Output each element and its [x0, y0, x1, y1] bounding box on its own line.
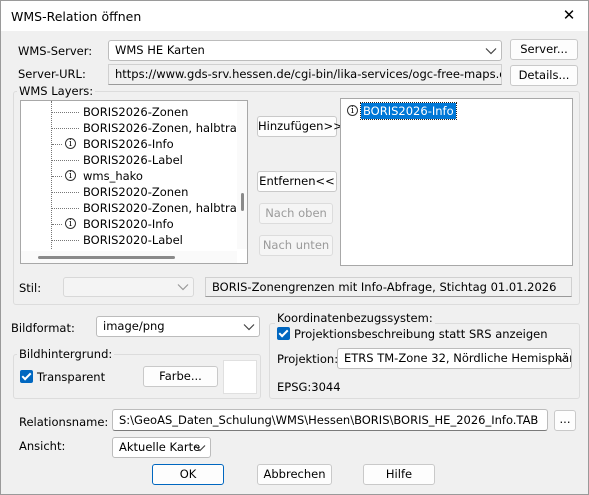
move-up-button[interactable]: Nach oben — [259, 203, 333, 224]
color-swatch — [223, 360, 257, 394]
server-value: WMS HE Karten — [115, 43, 205, 57]
color-button[interactable]: Farbe... — [143, 366, 218, 387]
tree-connector — [52, 208, 79, 209]
projection-description-checkbox[interactable] — [277, 327, 290, 340]
url-field[interactable]: https://www.gds-srv.hessen.de/cgi-bin/li… — [108, 64, 502, 85]
url-label: Server-URL: — [18, 67, 86, 81]
epsg-code: EPSG:3044 — [277, 380, 341, 394]
tree-item[interactable]: i BORIS2020-Info — [21, 216, 235, 232]
crs-group-label: Koordinatenbezugssystem: — [275, 311, 435, 325]
add-layer-button[interactable]: Hinzufügen>> — [257, 116, 343, 137]
tree-item-label: BORIS2020-Info — [83, 217, 174, 231]
chevron-down-icon — [243, 323, 255, 330]
server-select[interactable]: WMS HE Karten — [108, 40, 502, 61]
tree-item[interactable]: BORIS2026-Zonen — [21, 104, 235, 120]
tree-item-label: BORIS2026-Zonen, halbtranspa — [83, 121, 248, 135]
tree-item-label: BORIS2026-Info — [83, 137, 174, 151]
relation-name-input[interactable]: S:\GeoAS_Daten_Schulung\WMS\Hessen\BORIS… — [112, 409, 548, 431]
server-label: WMS-Server: — [18, 44, 93, 58]
tree-item-label: wms_hako — [83, 169, 143, 183]
tree-item-label: BORIS2026-Label — [83, 153, 183, 167]
format-label: Bildformat: — [11, 321, 75, 335]
tree-connector — [52, 144, 62, 145]
layer-description: BORIS-Zonengrenzen mit Info-Abfrage, Sti… — [205, 277, 572, 297]
style-label: Stil: — [19, 281, 42, 295]
projection-description-label: Projektionsbeschreibung statt SRS anzeig… — [294, 327, 548, 341]
tree-vscroll-thumb[interactable] — [241, 193, 244, 211]
tree-connector — [52, 224, 62, 225]
tree-item-label: BORIS2020-Label — [83, 233, 183, 247]
transparent-label: Transparent — [37, 370, 106, 384]
layer-tree[interactable]: BORIS2026-Zonen BORIS2026-Zonen, halbtran… — [20, 100, 248, 264]
relation-name-value: S:\GeoAS_Daten_Schulung\WMS\Hessen\BORIS… — [119, 413, 539, 427]
projection-value: ETRS TM-Zone 32, Nördliche Hemisphäre (E — [344, 351, 572, 365]
tree-hscroll-thumb[interactable] — [38, 256, 175, 259]
url-value: https://www.gds-srv.hessen.de/cgi-bin/li… — [115, 67, 501, 81]
selected-layer-label: BORIS2026-Info — [360, 102, 457, 120]
tree-connector — [52, 112, 79, 113]
details-button[interactable]: Details... — [510, 65, 578, 86]
view-select[interactable]: Aktuelle Karte — [112, 437, 211, 458]
projection-label: Projektion: — [277, 352, 339, 366]
tree-item[interactable]: BORIS2020-Label — [21, 232, 235, 248]
tree-hscrollbar[interactable] — [21, 251, 237, 263]
info-icon: i — [347, 105, 358, 116]
info-icon: i — [65, 170, 76, 181]
layers-group-label: WMS Layers: — [17, 84, 96, 98]
chevron-down-icon — [555, 355, 567, 362]
style-select[interactable] — [63, 277, 194, 297]
dialog-title: WMS-Relation öffnen — [11, 9, 142, 24]
tree-connector — [52, 192, 79, 193]
tree-item[interactable]: BORIS2020-Zonen, halbtranspa — [21, 200, 247, 216]
cancel-button[interactable]: Abbrechen — [257, 464, 332, 485]
transparent-checkbox[interactable] — [20, 370, 33, 383]
tree-connector — [52, 160, 79, 161]
projection-select[interactable]: ETRS TM-Zone 32, Nördliche Hemisphäre (E — [337, 348, 572, 369]
close-icon[interactable]: ✕ — [558, 5, 580, 25]
tree-item[interactable]: BORIS2026-Label — [21, 152, 235, 168]
tree-item-label: BORIS2020-Zonen — [83, 185, 189, 199]
info-icon: i — [65, 218, 76, 229]
chevron-down-icon — [177, 284, 189, 291]
relation-name-label: Relationsname: — [19, 415, 109, 429]
remove-layer-button[interactable]: Entfernen<< — [257, 171, 337, 192]
selected-layers-list[interactable]: i BORIS2026-Info — [340, 98, 573, 266]
dialog-window: WMS-Relation öffnen ✕ WMS-Server: WMS HE… — [0, 0, 589, 495]
server-button[interactable]: Server... — [510, 39, 578, 60]
tree-connector — [52, 176, 62, 177]
tree-connector — [52, 240, 79, 241]
info-icon: i — [65, 138, 76, 149]
tree-item[interactable]: i BORIS2026-Info — [21, 136, 235, 152]
tree-item[interactable]: i wms_hako — [21, 168, 235, 184]
tree-connector — [52, 128, 79, 129]
tree-item-label: BORIS2026-Zonen — [83, 105, 189, 119]
background-group-label: Bildhintergrund: — [17, 347, 115, 361]
tree-vscrollbar[interactable] — [237, 101, 247, 249]
format-value: image/png — [103, 319, 165, 333]
browse-button[interactable]: ... — [554, 410, 576, 431]
title-bar: WMS-Relation öffnen ✕ — [1, 1, 588, 31]
chevron-down-icon — [194, 444, 206, 451]
help-button[interactable]: Hilfe — [363, 464, 435, 485]
move-down-button[interactable]: Nach unten — [259, 235, 333, 256]
tree-item[interactable]: BORIS2026-Zonen, halbtranspa — [21, 120, 247, 136]
tree-item[interactable]: BORIS2020-Zonen — [21, 184, 235, 200]
chevron-down-icon — [485, 47, 497, 54]
ok-button[interactable]: OK — [152, 464, 224, 485]
view-value: Aktuelle Karte — [119, 440, 201, 454]
format-select[interactable]: image/png — [96, 316, 260, 337]
tree-item-label: BORIS2020-Zonen, halbtranspa — [83, 201, 248, 215]
view-label: Ansicht: — [19, 439, 66, 453]
layer-description-text: BORIS-Zonengrenzen mit Info-Abfrage, Sti… — [212, 280, 557, 294]
